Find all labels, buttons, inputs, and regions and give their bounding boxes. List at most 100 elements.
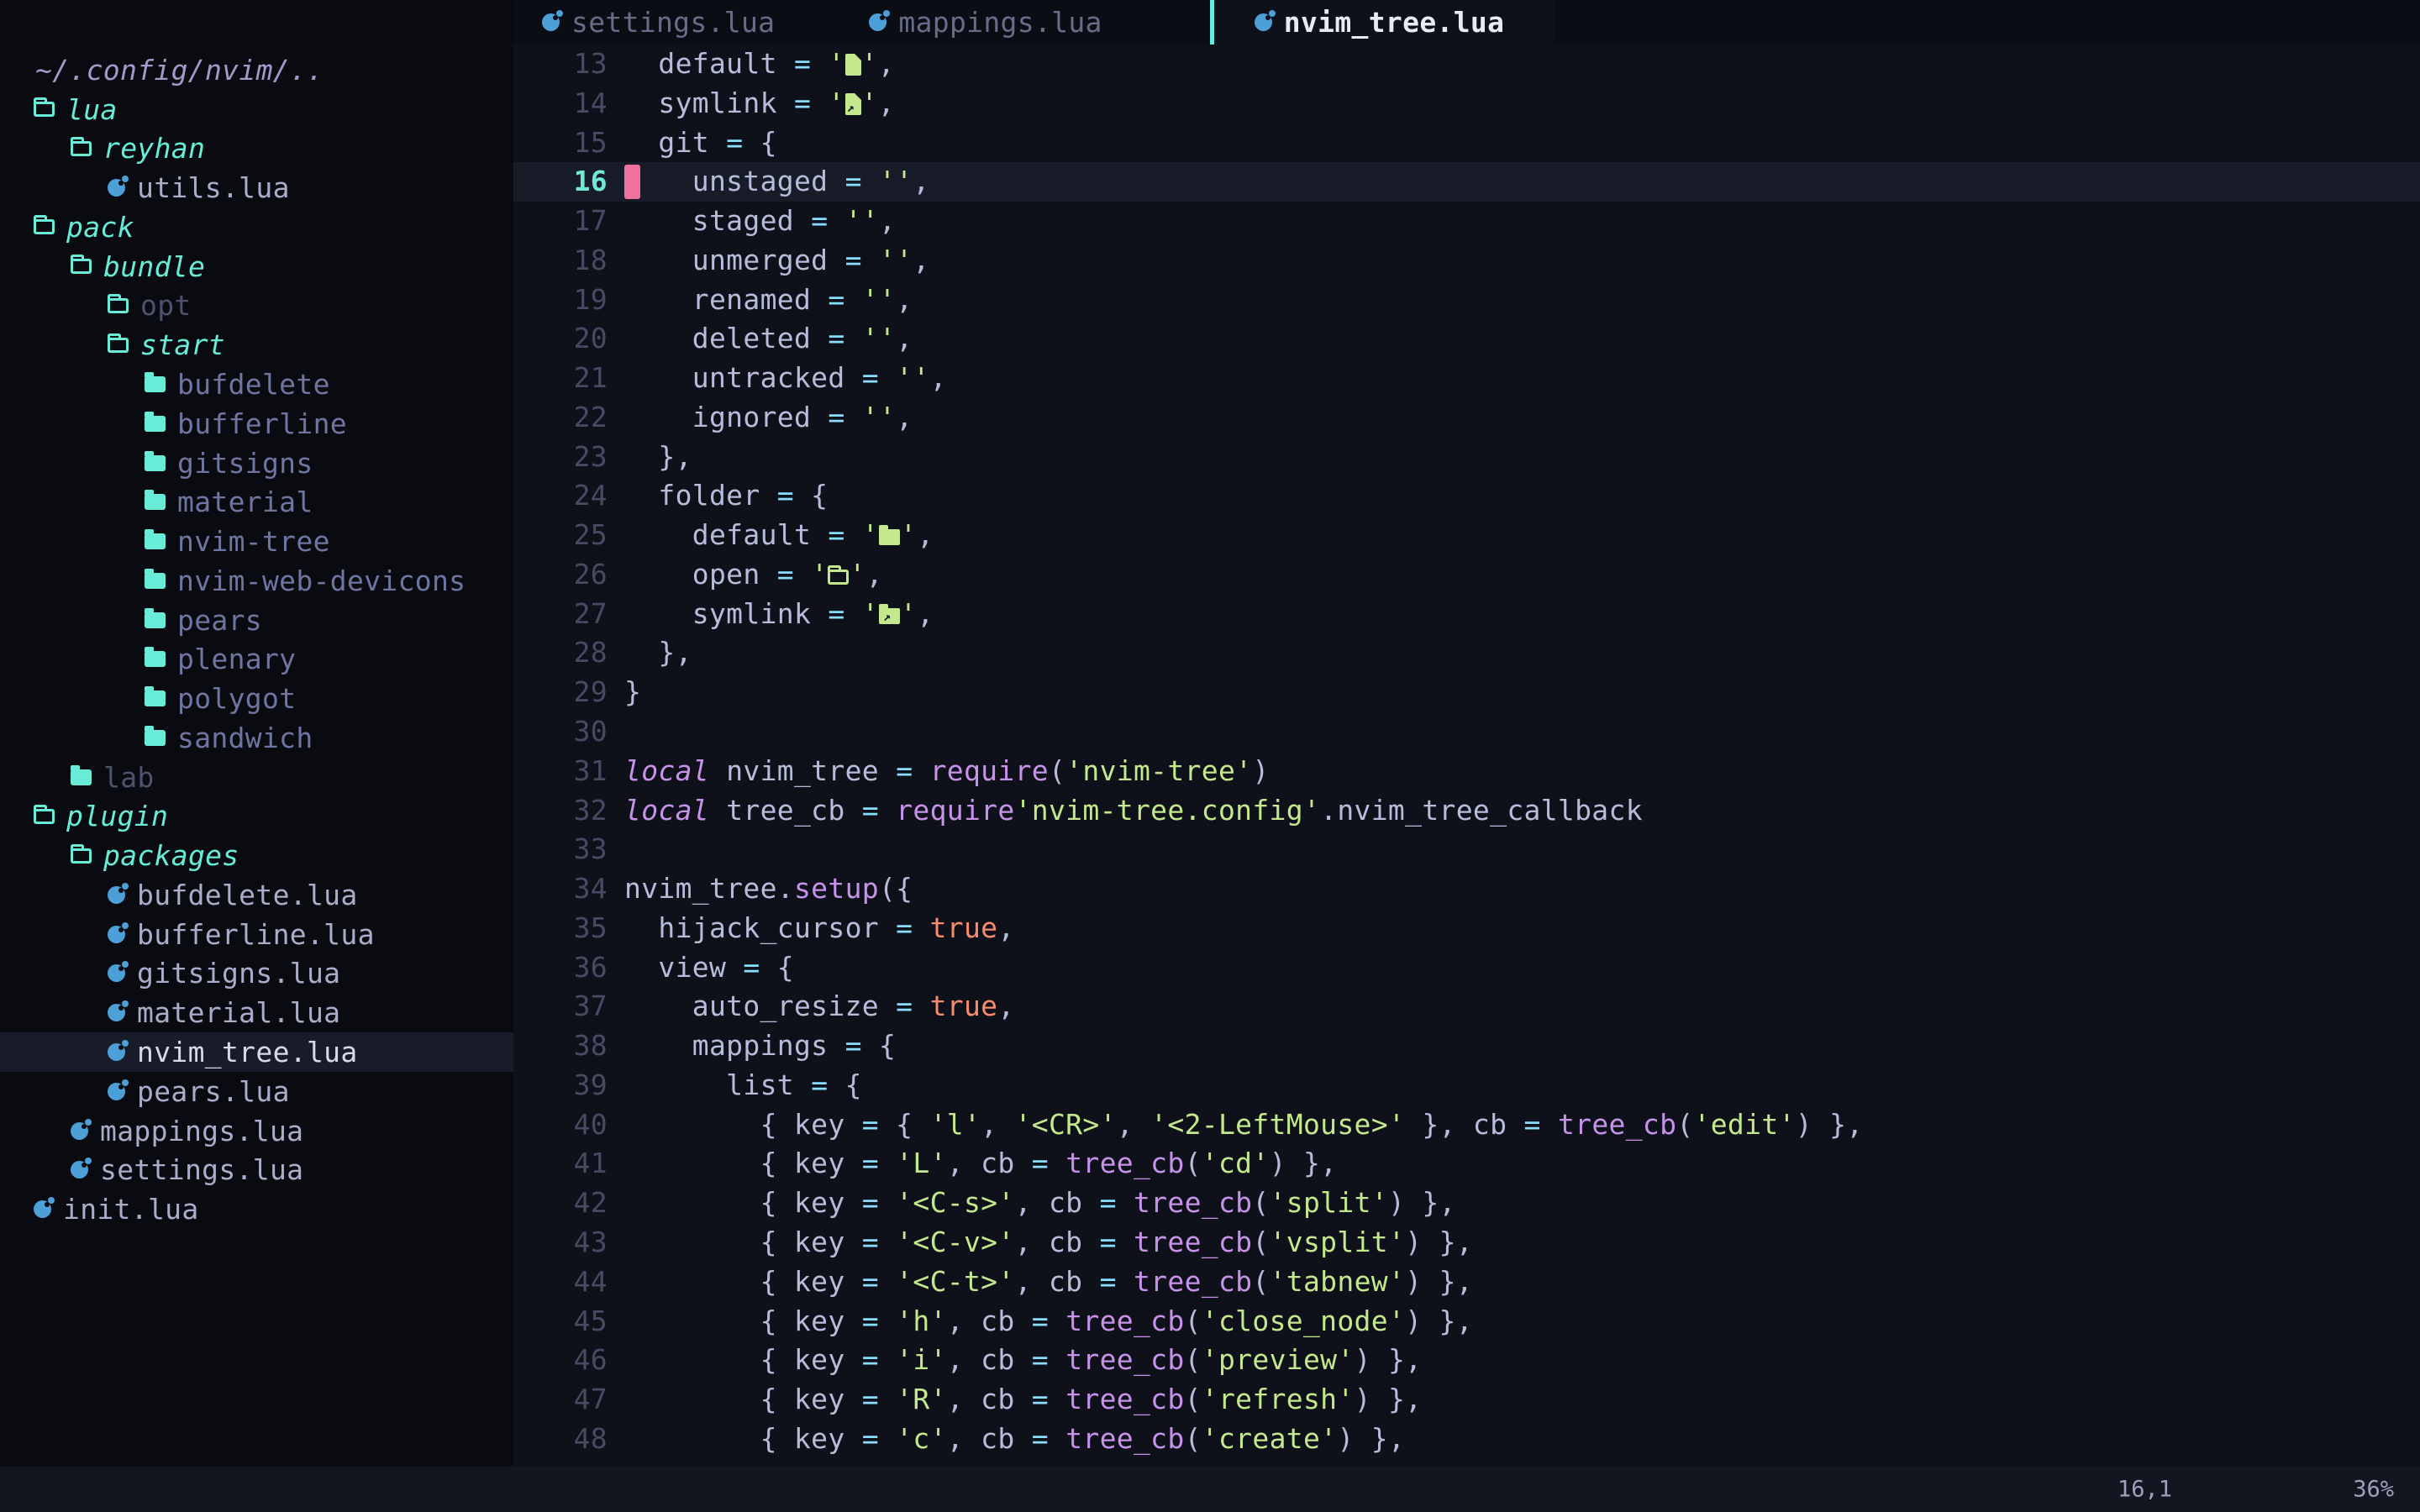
tree-item-bufdelete[interactable]: bufdelete	[0, 365, 513, 404]
code-line[interactable]: 25 default = '',	[513, 516, 2420, 555]
code-text: { key = { 'l', '<CR>', '<2-LeftMouse>' }…	[624, 1105, 1864, 1145]
line-number: 35	[513, 909, 608, 948]
code-line[interactable]: 37 auto_resize = true,	[513, 987, 2420, 1026]
lua-icon	[108, 179, 125, 197]
tree-item-label: material.lua	[137, 996, 340, 1029]
tree-item-lua[interactable]: lua	[0, 90, 513, 129]
tree-item-reyhan[interactable]: reyhan	[0, 129, 513, 169]
code-text: symlink = '',	[624, 595, 934, 634]
code-line[interactable]: 26 open = '',	[513, 555, 2420, 595]
code-text: unstaged = '',	[624, 162, 930, 202]
code-line[interactable]: 29}	[513, 673, 2420, 712]
lua-icon	[71, 1122, 88, 1140]
lua-file-icon	[869, 13, 886, 31]
tree-item-init.lua[interactable]: init.lua	[0, 1189, 513, 1229]
code-line[interactable]: 34nvim_tree.setup({	[513, 869, 2420, 909]
code-line[interactable]: 23 },	[513, 438, 2420, 477]
status-bar: 16,1 36%	[0, 1467, 2420, 1512]
code-line[interactable]: 20 deleted = '',	[513, 319, 2420, 359]
line-number: 20	[513, 319, 608, 359]
line-number: 36	[513, 948, 608, 988]
code-line[interactable]: 32local tree_cb = require'nvim-tree.conf…	[513, 791, 2420, 831]
code-line[interactable]: 33	[513, 830, 2420, 869]
tree-item-bufdelete.lua[interactable]: bufdelete.lua	[0, 875, 513, 915]
line-number: 37	[513, 987, 608, 1026]
tree-item-plenary[interactable]: plenary	[0, 639, 513, 679]
line-number: 40	[513, 1105, 608, 1145]
tree-item-material[interactable]: material	[0, 482, 513, 522]
tree-item-start[interactable]: start	[0, 325, 513, 365]
code-line[interactable]: 16 unstaged = '',	[513, 162, 2420, 202]
tree-item-gitsigns.lua[interactable]: gitsigns.lua	[0, 954, 513, 994]
code-line[interactable]: 21 untracked = '',	[513, 359, 2420, 398]
tree-item-pack[interactable]: pack	[0, 207, 513, 247]
block-cursor	[624, 165, 640, 199]
line-number: 46	[513, 1341, 608, 1380]
scroll-percentage: 36%	[2353, 1477, 2394, 1503]
tree-item-settings.lua[interactable]: settings.lua	[0, 1150, 513, 1189]
code-line[interactable]: 31local nvim_tree = require('nvim-tree')	[513, 752, 2420, 791]
code-text: list = {	[624, 1066, 862, 1105]
code-line[interactable]: 48 { key = 'c', cb = tree_cb('create') }…	[513, 1420, 2420, 1459]
line-number: 24	[513, 476, 608, 516]
code-text: { key = 'h', cb = tree_cb('close_node') …	[624, 1302, 1473, 1341]
tree-item-utils.lua[interactable]: utils.lua	[0, 168, 513, 207]
code-line[interactable]: 38 mappings = {	[513, 1026, 2420, 1066]
code-line[interactable]: 46 { key = 'i', cb = tree_cb('preview') …	[513, 1341, 2420, 1380]
tree-item-polygot[interactable]: polygot	[0, 679, 513, 718]
code-line[interactable]: 44 { key = '<C-t>', cb = tree_cb('tabnew…	[513, 1263, 2420, 1302]
code-line[interactable]: 17 staged = '',	[513, 202, 2420, 241]
tree-item-material.lua[interactable]: material.lua	[0, 993, 513, 1032]
tree-item-bufferline[interactable]: bufferline	[0, 404, 513, 444]
code-line[interactable]: 28 },	[513, 633, 2420, 673]
tree-item-opt[interactable]: opt	[0, 286, 513, 326]
tree-item-pears.lua[interactable]: pears.lua	[0, 1072, 513, 1111]
tab-nvim_tree.lua[interactable]: nvim_tree.lua	[1214, 0, 1555, 45]
editor-buffer[interactable]: 13 default = '',14 symlink = '',15 git =…	[513, 45, 2420, 1467]
code-line[interactable]: 47 { key = 'R', cb = tree_cb('refresh') …	[513, 1380, 2420, 1420]
code-line[interactable]: 19 renamed = '',	[513, 281, 2420, 320]
code-line[interactable]: 13 default = '',	[513, 45, 2420, 84]
tree-item-plugin[interactable]: plugin	[0, 797, 513, 837]
tree-item-nvim_tree.lua[interactable]: nvim_tree.lua	[0, 1032, 513, 1072]
tree-item-sandwich[interactable]: sandwich	[0, 718, 513, 758]
code-text: { key = 'L', cb = tree_cb('cd') },	[624, 1144, 1337, 1184]
tree-item-bufferline.lua[interactable]: bufferline.lua	[0, 915, 513, 954]
code-line[interactable]: 22 ignored = '',	[513, 398, 2420, 438]
line-number: 42	[513, 1184, 608, 1223]
tab-settings.lua[interactable]: settings.lua	[513, 0, 822, 45]
code-line[interactable]: 40 { key = { 'l', '<CR>', '<2-LeftMouse>…	[513, 1105, 2420, 1145]
code-line[interactable]: 42 { key = '<C-s>', cb = tree_cb('split'…	[513, 1184, 2420, 1223]
file-symlink-icon	[845, 93, 861, 115]
tree-item-pears[interactable]: pears	[0, 601, 513, 640]
tree-item-mappings.lua[interactable]: mappings.lua	[0, 1111, 513, 1151]
code-line[interactable]: 18 unmerged = '',	[513, 241, 2420, 281]
tree-item-nvim-web-devicons[interactable]: nvim-web-devicons	[0, 561, 513, 601]
tree-item-packages[interactable]: packages	[0, 836, 513, 875]
code-line[interactable]: 27 symlink = '',	[513, 595, 2420, 634]
code-line[interactable]: 36 view = {	[513, 948, 2420, 988]
code-line[interactable]: 30	[513, 712, 2420, 752]
tab-label: mappings.lua	[898, 6, 1102, 39]
code-line[interactable]: 43 { key = '<C-v>', cb = tree_cb('vsplit…	[513, 1223, 2420, 1263]
tree-item-bundle[interactable]: bundle	[0, 247, 513, 286]
tree-item-label: material	[177, 486, 313, 518]
code-text: local nvim_tree = require('nvim-tree')	[624, 752, 1270, 791]
tree-root[interactable]: ~/.config/nvim/..	[0, 50, 513, 90]
code-line[interactable]: 39 list = {	[513, 1066, 2420, 1105]
code-line[interactable]: 24 folder = {	[513, 476, 2420, 516]
folder-closed-icon	[71, 769, 92, 785]
tree-item-label: gitsigns.lua	[137, 957, 340, 990]
tab-mappings.lua[interactable]: mappings.lua	[822, 0, 1149, 45]
tree-item-nvim-tree[interactable]: nvim-tree	[0, 522, 513, 561]
tree-item-gitsigns[interactable]: gitsigns	[0, 444, 513, 483]
code-line[interactable]: 35 hijack_cursor = true,	[513, 909, 2420, 948]
tree-item-lab[interactable]: lab	[0, 758, 513, 797]
code-line[interactable]: 15 git = {	[513, 123, 2420, 163]
code-line[interactable]: 41 { key = 'L', cb = tree_cb('cd') },	[513, 1144, 2420, 1184]
code-line[interactable]: 14 symlink = '',	[513, 84, 2420, 123]
tree-item-label: bufferline.lua	[137, 918, 375, 951]
tree-item-label: mappings.lua	[100, 1115, 303, 1147]
code-line[interactable]: 45 { key = 'h', cb = tree_cb('close_node…	[513, 1302, 2420, 1341]
code-text: hijack_cursor = true,	[624, 909, 1015, 948]
